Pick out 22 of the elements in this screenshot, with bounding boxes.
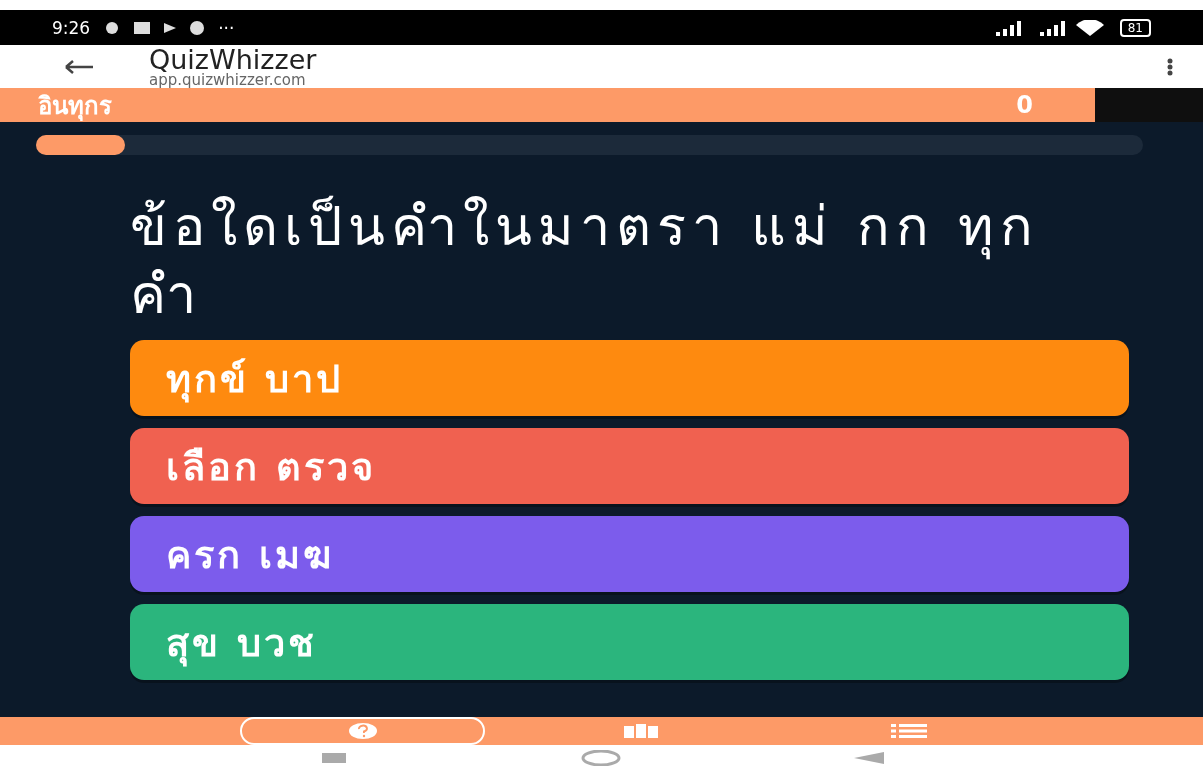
- answer-button[interactable]: ทุกข์ บาป: [130, 340, 1129, 416]
- battery-level: 81: [1119, 18, 1151, 37]
- list-icon: [891, 724, 928, 738]
- more-notifications: ···: [218, 17, 235, 38]
- map-icon: [624, 724, 659, 738]
- signal-icon: [995, 19, 1106, 36]
- page-url: app.quizwhizzer.com: [149, 72, 306, 88]
- page-title: QuizWhizzer: [149, 45, 317, 73]
- help-icon: [347, 722, 378, 740]
- back-icon[interactable]: [854, 752, 885, 764]
- message-icon: [134, 21, 151, 34]
- home-icon[interactable]: [581, 750, 622, 766]
- status-time: 9:26: [52, 17, 91, 38]
- back-arrow-icon[interactable]: [64, 59, 94, 74]
- player-name: อินทุกร: [38, 90, 112, 123]
- answer-button[interactable]: เลือก ตรวจ: [130, 428, 1129, 504]
- recents-icon[interactable]: [321, 753, 346, 763]
- answer-button[interactable]: สุข บวช: [130, 604, 1129, 680]
- menu-icon[interactable]: [1167, 57, 1173, 76]
- answer-button[interactable]: ครก เมฆ: [130, 516, 1129, 592]
- question-text: ข้อใดเป็นคำในมาตรา แม่ กก ทุกคำ: [130, 194, 1041, 328]
- score: 0: [1016, 91, 1033, 119]
